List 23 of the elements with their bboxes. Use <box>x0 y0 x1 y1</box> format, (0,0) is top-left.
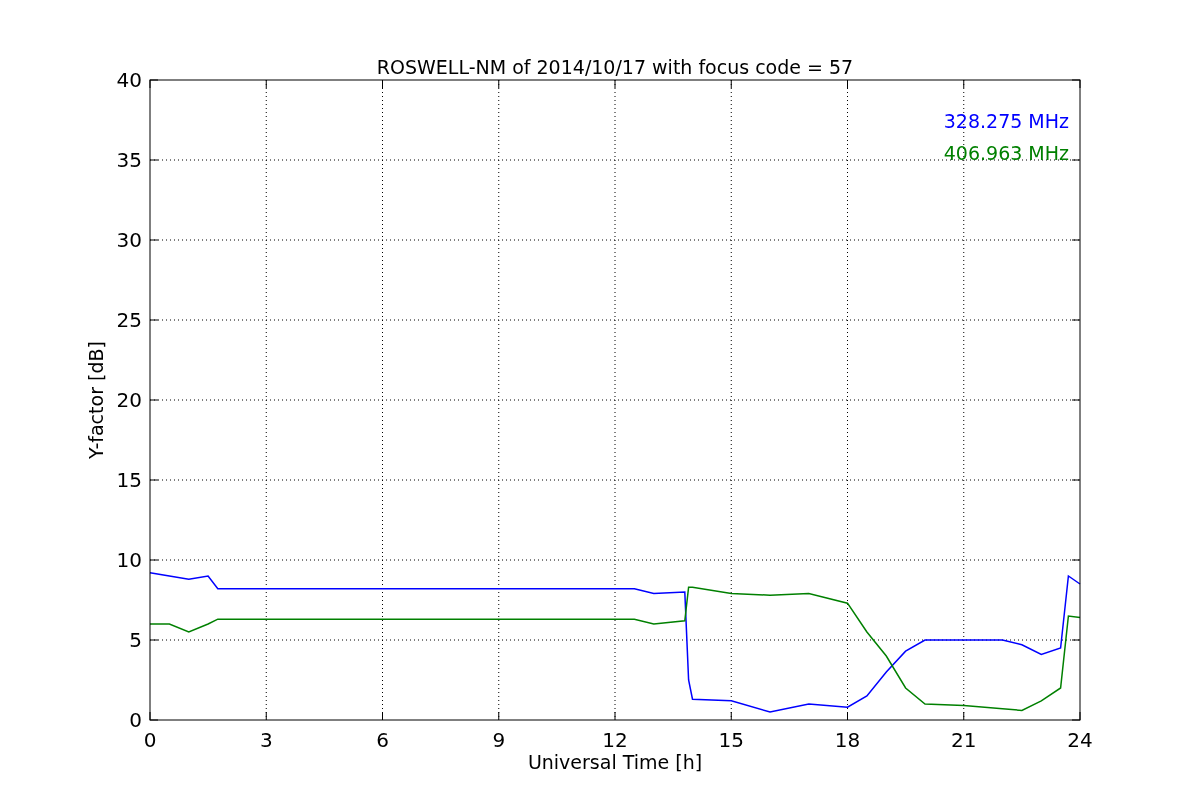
y-tick-label: 40 <box>116 68 142 92</box>
x-tick-label: 12 <box>602 728 628 752</box>
x-tick-label: 15 <box>718 728 744 752</box>
x-tick-label: 0 <box>143 728 157 752</box>
y-tick-label: 35 <box>116 148 142 172</box>
x-tick-label: 9 <box>492 728 506 752</box>
x-tick-label: 3 <box>259 728 273 752</box>
y-tick-label: 25 <box>116 308 142 332</box>
legend-label: 406.963 MHz <box>943 142 1069 164</box>
y-tick-label: 10 <box>116 548 142 572</box>
chart-title: ROSWELL-NM of 2014/10/17 with focus code = 57 <box>376 56 854 78</box>
y-axis-label: Y-factor [dB] <box>85 341 107 459</box>
x-axis-label: Universal Time [h] <box>527 751 703 773</box>
y-tick-label: 30 <box>116 228 142 252</box>
x-tick-label: 6 <box>376 728 389 752</box>
y-tick-label: 20 <box>116 388 142 412</box>
x-tick-label: 24 <box>1067 728 1093 752</box>
y-tick-label: 15 <box>116 468 142 492</box>
x-tick-label: 18 <box>834 728 861 752</box>
y-tick-label: 0 <box>129 708 142 732</box>
legend-label: 328.275 MHz <box>943 110 1069 132</box>
y-tick-label: 5 <box>129 628 142 652</box>
x-tick-label: 21 <box>951 728 977 752</box>
